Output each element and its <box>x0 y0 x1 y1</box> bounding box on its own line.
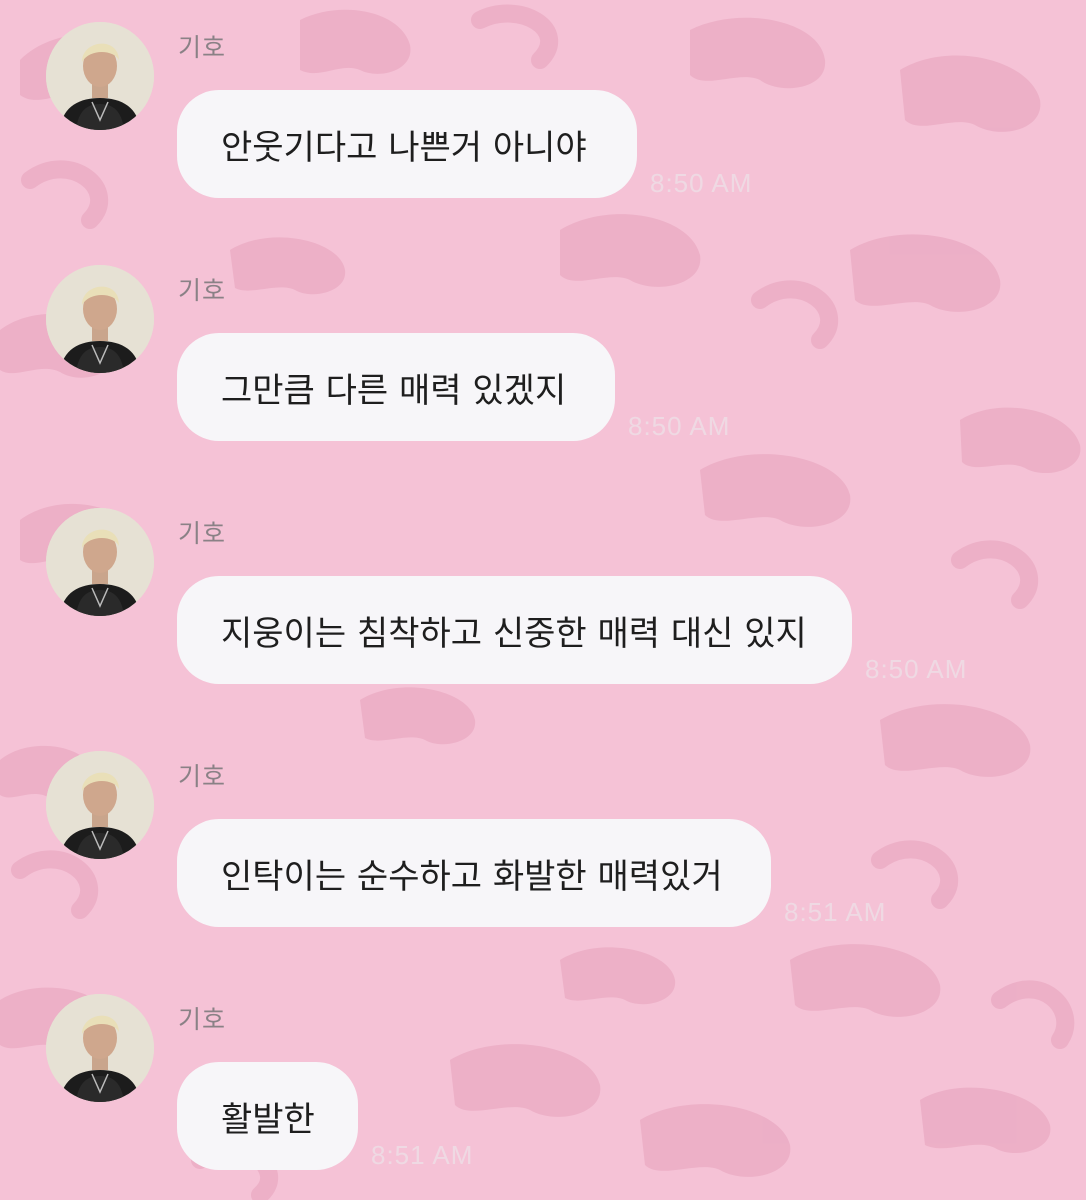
message-bubble[interactable]: 그만큼 다른 매력 있겠지 <box>177 333 615 441</box>
message-group: 기호 안웃기다고 나쁜거 아니야 8:50 AM <box>0 0 1086 200</box>
message-bubble[interactable]: 지웅이는 침착하고 신중한 매력 대신 있지 <box>177 576 852 684</box>
message-bubble[interactable]: 활발한 <box>177 1062 358 1170</box>
chat-thread[interactable]: 기호 안웃기다고 나쁜거 아니야 8:50 AM 기호 그만큼 다른 매력 있겠… <box>0 0 1086 1200</box>
message-group: 기호 활발한 8:51 AM <box>0 972 1086 1172</box>
avatar[interactable] <box>46 22 154 130</box>
message-timestamp: 8:51 AM <box>371 1140 474 1170</box>
sender-name: 기호 <box>178 762 227 791</box>
message-timestamp: 8:50 AM <box>865 654 968 684</box>
message-group: 기호 지웅이는 침착하고 신중한 매력 대신 있지 8:50 AM <box>0 486 1086 686</box>
message-timestamp: 8:50 AM <box>650 168 753 198</box>
message-group: 기호 그만큼 다른 매력 있겠지 8:50 AM <box>0 243 1086 443</box>
sender-name: 기호 <box>178 276 227 305</box>
message-timestamp: 8:51 AM <box>784 897 887 927</box>
message-bubble[interactable]: 안웃기다고 나쁜거 아니야 <box>177 90 637 198</box>
message-bubble[interactable]: 인탁이는 순수하고 화발한 매력있거 <box>177 819 771 927</box>
message-timestamp: 8:50 AM <box>628 411 731 441</box>
sender-name: 기호 <box>178 1005 227 1034</box>
sender-name: 기호 <box>178 519 227 548</box>
avatar[interactable] <box>46 508 154 616</box>
avatar[interactable] <box>46 265 154 373</box>
avatar[interactable] <box>46 994 154 1102</box>
sender-name: 기호 <box>178 33 227 62</box>
message-group: 기호 인탁이는 순수하고 화발한 매력있거 8:51 AM <box>0 729 1086 929</box>
avatar[interactable] <box>46 751 154 859</box>
